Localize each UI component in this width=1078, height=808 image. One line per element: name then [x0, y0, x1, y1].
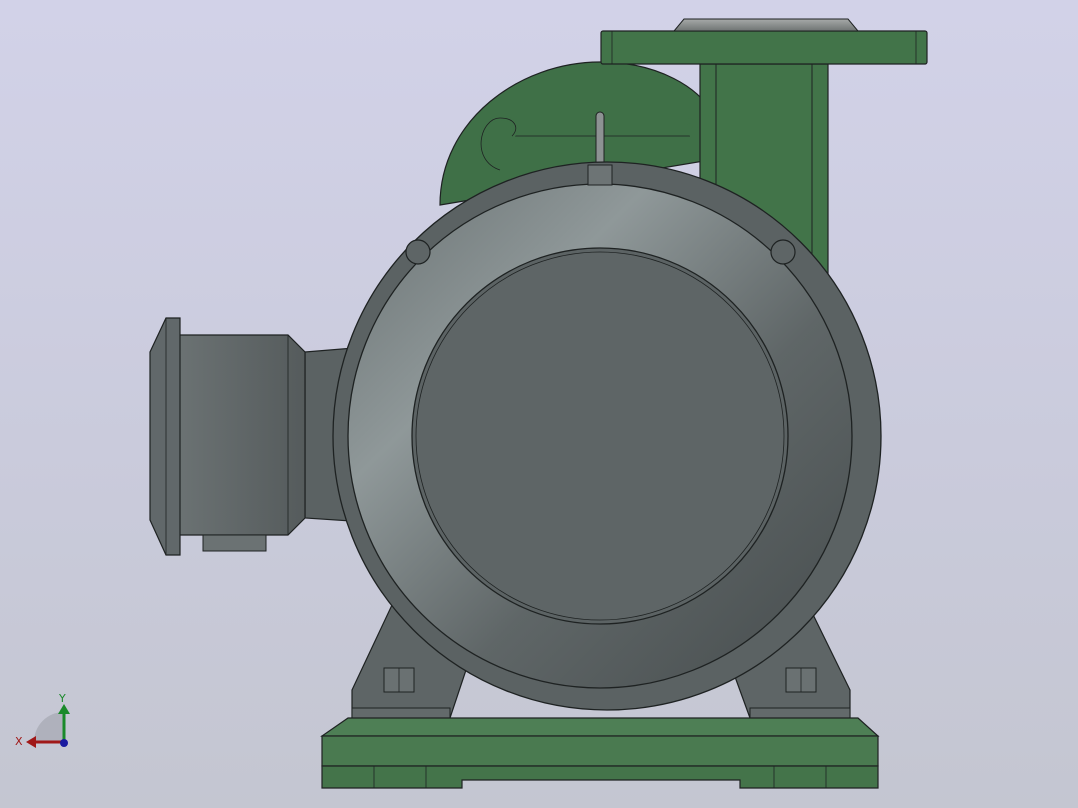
motor-housing[interactable]	[332, 161, 882, 711]
z-axis-icon	[60, 739, 68, 747]
base-plate[interactable]	[320, 717, 880, 789]
model-scene[interactable]: Y X	[0, 0, 1078, 808]
orientation-triad[interactable]: Y X	[15, 692, 70, 748]
cad-viewport[interactable]: Y X	[0, 0, 1078, 808]
triad-plane-icon	[34, 712, 64, 742]
discharge-flange[interactable]	[600, 18, 928, 65]
triad-y-label: Y	[58, 692, 66, 705]
triad-x-label: X	[15, 735, 23, 748]
